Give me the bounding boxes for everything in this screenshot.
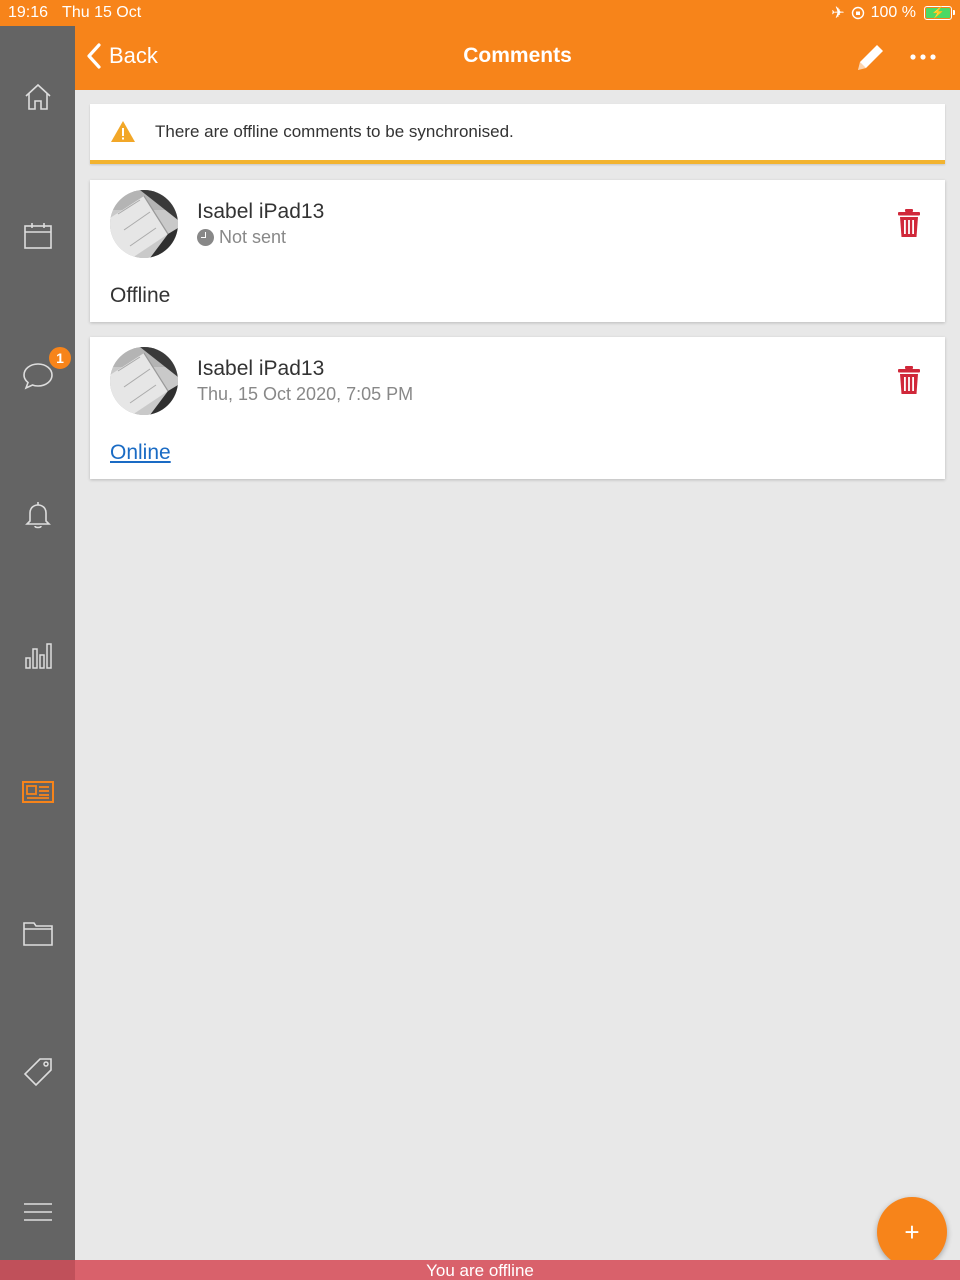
add-comment-button[interactable]: + xyxy=(877,1197,947,1267)
status-date: Thu 15 Oct xyxy=(62,4,142,21)
edit-button[interactable] xyxy=(850,40,890,76)
offline-banner: You are offline xyxy=(0,1260,960,1280)
comment-body-link[interactable]: Online xyxy=(110,441,171,465)
bar-chart-icon xyxy=(24,643,52,669)
comment-author: Isabel iPad13 xyxy=(197,357,325,380)
more-dots-icon xyxy=(910,54,936,60)
more-options-button[interactable] xyxy=(903,40,943,76)
sidebar-item-home[interactable] xyxy=(0,67,75,127)
sidebar-item-menu[interactable] xyxy=(0,1182,75,1242)
trash-icon xyxy=(898,366,920,394)
delete-comment-button[interactable] xyxy=(898,208,920,238)
newspaper-icon xyxy=(21,781,54,803)
menu-icon xyxy=(23,1203,52,1221)
delete-comment-button[interactable] xyxy=(898,365,920,395)
comment-body: Offline xyxy=(110,284,171,307)
avatar xyxy=(110,347,178,415)
sidebar-item-tags[interactable] xyxy=(0,1042,75,1102)
comment-timestamp: Thu, 15 Oct 2020, 7:05 PM xyxy=(197,384,414,404)
comment-author: Isabel iPad13 xyxy=(197,200,325,223)
status-right: ✈ 100 % ⚡ xyxy=(831,3,955,23)
sidebar-item-chat[interactable]: 1 xyxy=(0,346,75,406)
sidebar-item-reports[interactable] xyxy=(0,625,75,685)
chat-badge: 1 xyxy=(48,346,72,370)
sidebar-item-files[interactable] xyxy=(0,903,75,963)
battery-percent: 100 % xyxy=(870,4,916,21)
bell-icon xyxy=(24,502,51,529)
pencil-icon xyxy=(858,45,883,70)
offline-banner-text: You are offline xyxy=(426,1261,534,1280)
trash-icon xyxy=(898,209,920,237)
folder-icon xyxy=(22,922,53,946)
airplane-icon: ✈ xyxy=(831,5,845,22)
calendar-icon xyxy=(23,223,52,249)
alert-text: There are offline comments to be synchro… xyxy=(155,122,514,141)
warning-icon xyxy=(111,121,135,142)
chat-icon xyxy=(22,363,53,390)
status-bar: 19:16 Thu 15 Oct ✈ 100 % ⚡ xyxy=(0,0,960,26)
sidebar-item-calendar[interactable] xyxy=(0,206,75,266)
comment-card: Isabel iPad13 Thu, 15 Oct 2020, 7:05 PM … xyxy=(90,337,945,479)
home-icon xyxy=(24,83,51,110)
tag-icon xyxy=(23,1058,52,1087)
comment-status-text: Not sent xyxy=(219,227,287,247)
orientation-lock-icon xyxy=(851,6,864,20)
sidebar-item-notifications[interactable] xyxy=(0,485,75,545)
comments-content: There are offline comments to be synchro… xyxy=(90,104,945,479)
comment-card: Isabel iPad13 Not sent Offline xyxy=(90,180,945,322)
status-time: 19:16 xyxy=(8,4,49,21)
clock-icon xyxy=(197,229,214,246)
comment-status: Not sent xyxy=(197,227,286,248)
sidebar-item-news[interactable] xyxy=(0,762,75,822)
offline-sync-alert: There are offline comments to be synchro… xyxy=(90,104,945,164)
battery-icon: ⚡ xyxy=(924,6,955,20)
page-title: Comments xyxy=(463,44,572,67)
sidebar: 1 xyxy=(0,26,75,1280)
avatar xyxy=(110,190,178,258)
nav-bar: Back Comments xyxy=(75,26,960,90)
